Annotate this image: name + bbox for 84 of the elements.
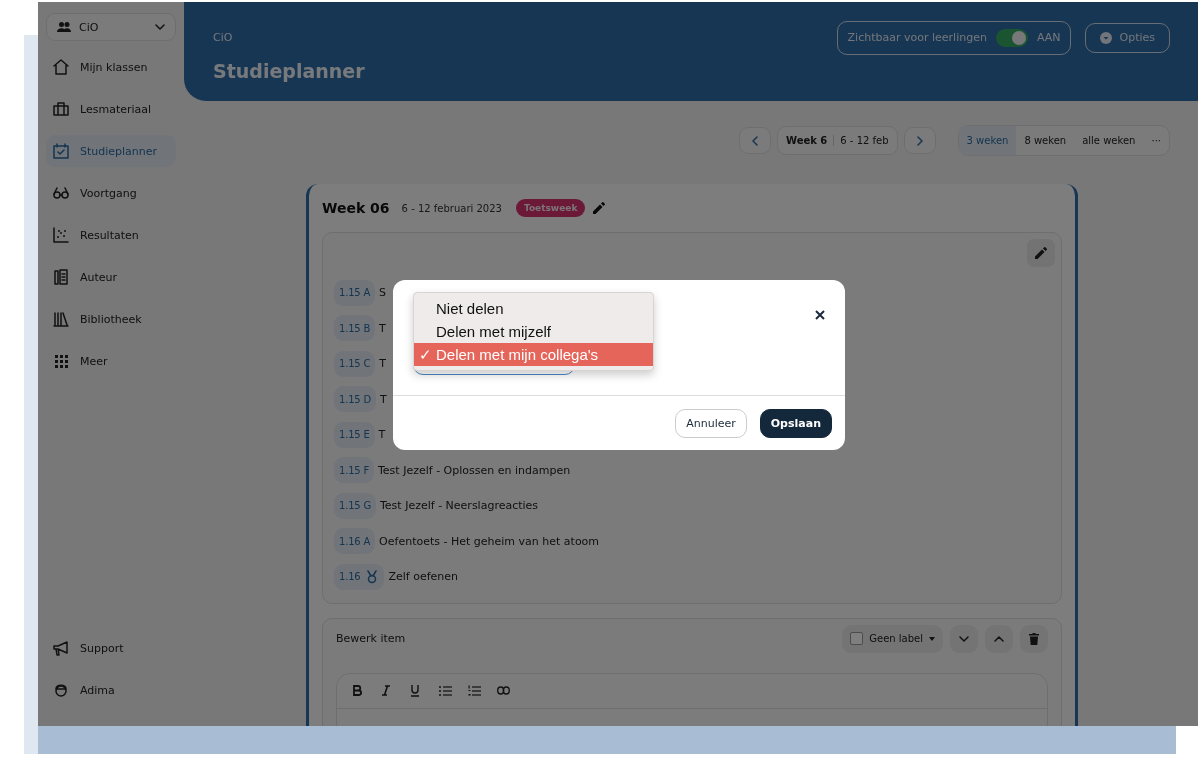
item-code: 1.15 B	[334, 315, 376, 342]
chevron-down-icon	[959, 635, 969, 642]
caret-circle-icon	[1100, 31, 1113, 44]
item-title[interactable]: T	[379, 392, 387, 406]
link-icon	[497, 684, 510, 697]
megaphone-icon	[52, 639, 70, 657]
sidebar-item[interactable]: Meer	[46, 345, 176, 377]
trash-icon	[1029, 632, 1039, 645]
save-button[interactable]: Opslaan	[759, 408, 832, 438]
close-icon	[815, 310, 825, 320]
week-range: 6 - 12 feb	[840, 135, 889, 146]
grid-icon	[52, 352, 70, 370]
page-title: Studieplanner	[213, 60, 365, 82]
item-title[interactable]: T	[378, 428, 386, 442]
dropdown-option[interactable]: Niet delen	[414, 297, 653, 320]
chevron-up-icon	[994, 635, 1004, 642]
next-week-button[interactable]	[903, 127, 936, 154]
edit-item-title: Bewerk item	[336, 632, 406, 645]
team-selector[interactable]: CiO	[46, 13, 176, 41]
delete-button[interactable]	[1020, 624, 1048, 653]
previous-week-button[interactable]	[739, 127, 771, 154]
chevron-left-icon	[752, 135, 758, 146]
item-title[interactable]: Zelf oefenen	[388, 570, 459, 584]
sidebar-item[interactable]: Support	[46, 632, 176, 664]
glasses-icon	[52, 184, 70, 202]
view-option[interactable]: 8 weken	[1016, 126, 1075, 155]
sidebar-item[interactable]: Resultaten	[46, 219, 176, 251]
item-title[interactable]: T	[379, 357, 386, 371]
sidebar-item[interactable]: Studieplanner	[46, 135, 176, 167]
dropdown-option[interactable]: ✓ Delen met mijn collega's	[414, 343, 653, 366]
chevron-down-icon	[155, 24, 165, 30]
medal-icon	[365, 569, 380, 584]
caret-down-icon	[929, 636, 935, 641]
bullet-list-icon	[439, 684, 452, 697]
item-code: 1.16	[334, 563, 385, 590]
sidebar-item[interactable]: Mijn klassen	[46, 51, 176, 83]
sidebar-item[interactable]: Bibliotheek	[46, 303, 176, 335]
bold-icon	[352, 684, 365, 697]
move-down-button[interactable]	[950, 624, 978, 653]
more-button[interactable]: ···	[1143, 126, 1169, 155]
options-button[interactable]: Opties	[1085, 22, 1170, 53]
item-code: 1.15 G	[334, 492, 376, 519]
sidebar-item[interactable]: Voortgang	[46, 177, 176, 209]
item-code: 1.15 A	[334, 279, 376, 306]
item-code: 1.16 A	[334, 528, 376, 555]
view-option[interactable]: 3 weken	[958, 126, 1017, 155]
item-title[interactable]: Oefentoets - Het geheim van het atoom	[379, 534, 600, 548]
week-title: Week 06	[322, 200, 390, 216]
briefcase-icon	[52, 100, 70, 118]
book-pencil-icon	[52, 268, 70, 286]
item-code: 1.15 C	[334, 350, 376, 377]
sidebar-item[interactable]: Lesmateriaal	[46, 93, 176, 125]
week-tag: Toetsweek	[515, 199, 586, 217]
item-title[interactable]: S	[379, 286, 387, 300]
edit-button[interactable]	[1027, 239, 1055, 267]
sidebar-item[interactable]: Adima	[46, 674, 176, 706]
item-title[interactable]: T	[379, 321, 386, 335]
visibility-label: Zichtbaar voor leerlingen	[847, 31, 987, 44]
item-title[interactable]: Test Jezelf - Oplossen en indampen	[378, 463, 571, 477]
cancel-button[interactable]: Annuleer	[675, 408, 747, 438]
breadcrumb: CiO	[213, 31, 233, 44]
pencil-icon	[1035, 247, 1047, 259]
item-code: 1.15 F	[334, 457, 374, 484]
item-code: 1.15 E	[334, 421, 375, 448]
sidebar-item[interactable]: Auteur	[46, 261, 176, 293]
books-icon	[52, 310, 70, 328]
toggle-switch[interactable]	[995, 28, 1028, 47]
numbered-list-icon	[468, 684, 481, 697]
item-title[interactable]: Test Jezelf - Neerslagreacties	[380, 499, 539, 513]
move-up-button[interactable]	[985, 624, 1013, 653]
toggle-state: AAN	[1036, 31, 1061, 44]
item-code: 1.15 D	[334, 386, 376, 413]
week-dates: 6 - 12 februari 2023	[401, 202, 502, 214]
people-icon	[57, 21, 71, 33]
view-option[interactable]: alle weken	[1074, 126, 1144, 155]
week-label: Week 6	[786, 135, 835, 146]
home-icon	[52, 58, 70, 76]
pencil-icon[interactable]	[593, 202, 606, 214]
chevron-right-icon	[916, 135, 923, 146]
label-picker[interactable]: Geen label	[842, 624, 943, 653]
checkbox[interactable]	[850, 632, 864, 645]
scatter-chart-icon	[52, 226, 70, 244]
calendar-check-icon	[52, 142, 70, 160]
dropdown-option[interactable]: Delen met mijzelf	[414, 320, 653, 343]
